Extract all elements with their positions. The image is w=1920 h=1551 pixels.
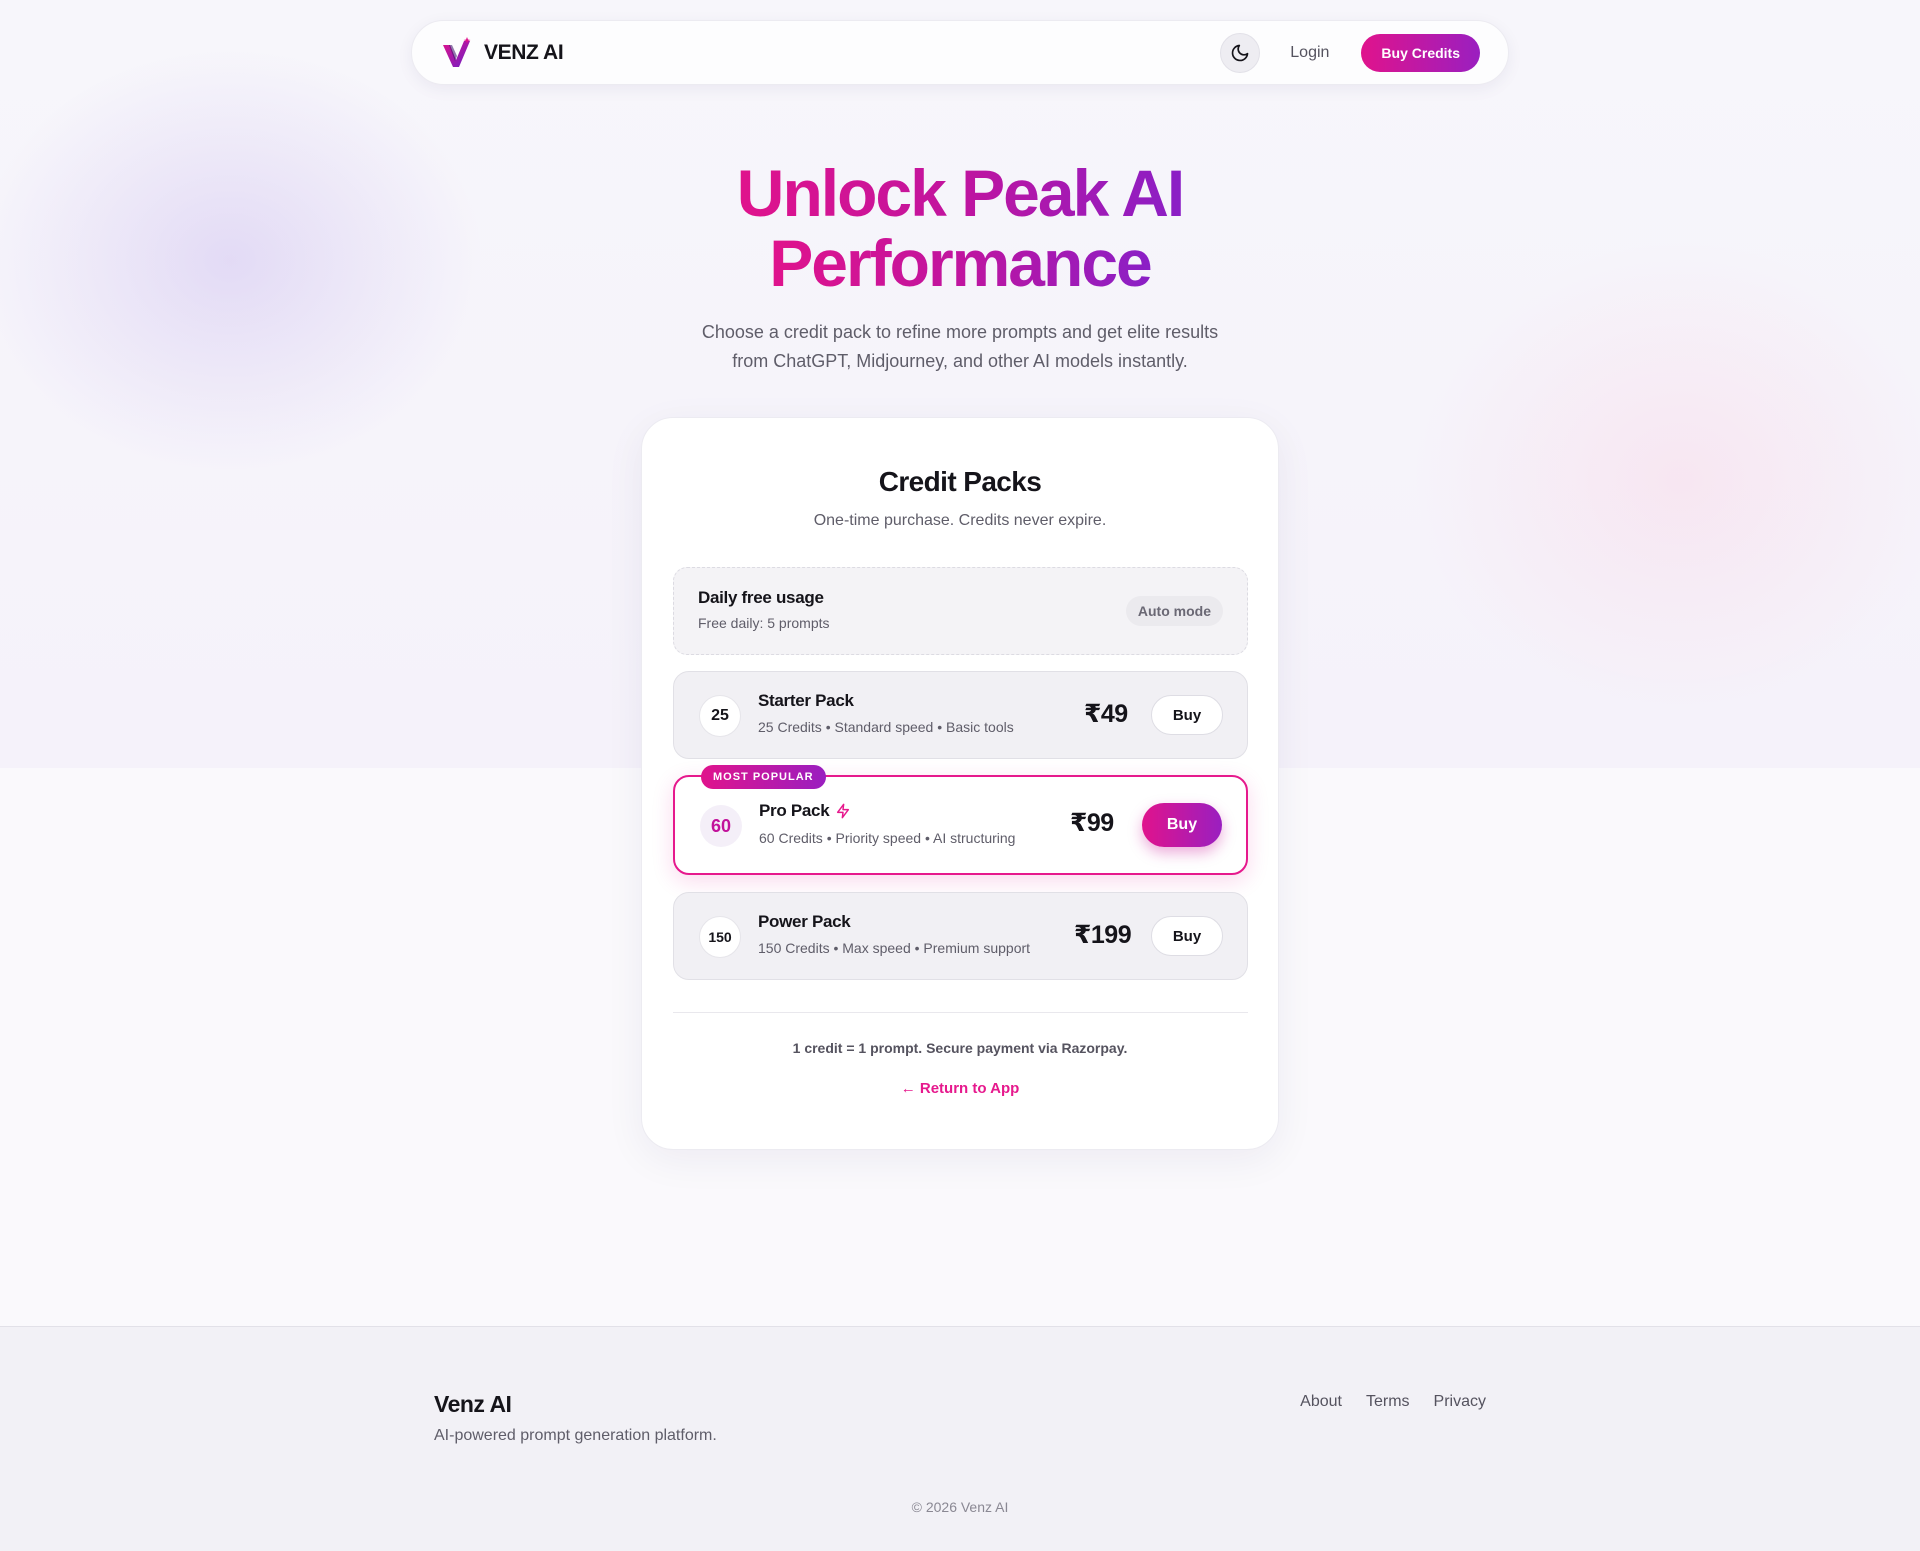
footer: Venz AI AI-powered prompt generation pla… [0, 1326, 1920, 1551]
pack-credits-count: 25 [699, 695, 741, 737]
most-popular-badge: MOST POPULAR [701, 765, 826, 789]
hero-subtitle-line1: Choose a credit pack to refine more prom… [701, 322, 1219, 342]
return-to-app-link[interactable]: ← Return to App [642, 1080, 1278, 1097]
pack-description: 60 Credits • Priority speed • AI structu… [759, 830, 1016, 846]
pack-description: 25 Credits • Standard speed • Basic tool… [758, 719, 1014, 735]
pack-name: Power Pack [758, 912, 851, 931]
copyright: © 2026 Venz AI [911, 1499, 1009, 1515]
free-usage-title: Daily free usage [698, 588, 824, 607]
theme-toggle-button[interactable] [1220, 32, 1261, 73]
pack-starter: 25 Starter Pack 25 Credits • Standard sp… [673, 671, 1248, 759]
free-usage-subtitle: Free daily: 5 prompts [698, 615, 830, 631]
pack-price: ₹49 [1084, 700, 1128, 728]
pack-description: 150 Credits • Max speed • Premium suppor… [758, 940, 1031, 956]
brand-name[interactable]: VENZ AI [484, 41, 564, 65]
lightning-icon [837, 803, 850, 819]
hero-title: Unlock Peak AI Performance [0, 158, 1920, 298]
buy-starter-button[interactable]: Buy [1151, 695, 1223, 735]
card-title: Credit Packs [878, 466, 1042, 497]
pack-price: ₹99 [1070, 809, 1114, 837]
footer-link-terms[interactable]: Terms [1366, 1393, 1410, 1411]
buy-credits-button[interactable]: Buy Credits [1361, 33, 1480, 72]
pack-name: Starter Pack [758, 691, 854, 710]
credit-note: 1 credit = 1 prompt. Secure payment via … [792, 1040, 1128, 1056]
footer-link-privacy[interactable]: Privacy [1434, 1393, 1486, 1411]
moon-icon [1231, 44, 1249, 61]
footer-links: About Terms Privacy [1300, 1393, 1486, 1411]
hero-title-line1: Unlock Peak AI [736, 156, 1185, 230]
hero-title-line2: Performance [769, 226, 1153, 300]
top-navbar: VENZ AI Login Buy Credits [411, 20, 1509, 85]
pack-pro: MOST POPULAR 60 Pro Pack 60 Credits • Pr… [673, 765, 1248, 875]
card-divider [673, 1012, 1248, 1013]
pack-power: 150 Power Pack 150 Credits • Max speed •… [673, 892, 1248, 980]
hero-subtitle: Choose a credit pack to refine more prom… [660, 318, 1260, 376]
pack-price: ₹199 [1074, 921, 1132, 949]
buy-power-button[interactable]: Buy [1151, 916, 1223, 956]
footer-link-about[interactable]: About [1300, 1393, 1342, 1411]
footer-brand: Venz AI [434, 1391, 512, 1417]
daily-free-usage-box: Daily free usage Free daily: 5 prompts A… [673, 567, 1248, 655]
footer-tagline: AI-powered prompt generation platform. [434, 1427, 717, 1444]
pack-credits-count: 150 [699, 916, 741, 958]
login-link[interactable]: Login [1290, 44, 1329, 62]
pack-name: Pro Pack [759, 801, 851, 821]
pack-name-text: Pro Pack [759, 801, 830, 820]
card-subtitle: One-time purchase. Credits never expire. [813, 512, 1107, 529]
auto-mode-badge: Auto mode [1125, 596, 1223, 626]
buy-pro-button[interactable]: Buy [1142, 803, 1222, 847]
hero-subtitle-line2: from ChatGPT, Midjourney, and other AI m… [732, 351, 1188, 371]
venz-logo-icon[interactable] [440, 36, 474, 70]
nav-actions: Login Buy Credits [1220, 32, 1480, 73]
credit-packs-card: Credit Packs One-time purchase. Credits … [641, 417, 1279, 1150]
pack-credits-count: 60 [700, 805, 742, 847]
